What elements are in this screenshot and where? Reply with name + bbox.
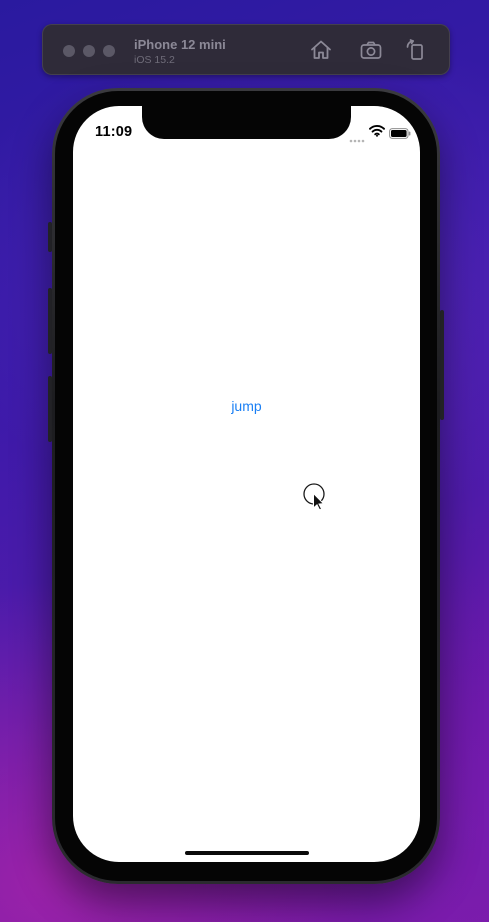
rotate-icon[interactable] xyxy=(404,38,428,62)
battery-icon xyxy=(389,126,411,139)
simulator-toolbar: iPhone 12 mini iOS 15.2 xyxy=(42,24,450,75)
window-close-dot[interactable] xyxy=(63,45,75,57)
jump-button[interactable]: jump xyxy=(73,398,420,414)
window-zoom-dot[interactable] xyxy=(103,45,115,57)
notch xyxy=(142,106,351,139)
window-minimize-dot[interactable] xyxy=(83,45,95,57)
phone-screen: 11:09 jump xyxy=(73,106,420,862)
cellular-signal-icon xyxy=(349,130,367,143)
home-indicator xyxy=(185,851,309,855)
simulator-os-version: iOS 15.2 xyxy=(134,54,175,66)
screenshot-icon[interactable] xyxy=(359,38,383,62)
simulator-device-name: iPhone 12 mini xyxy=(134,37,226,52)
status-bar-time: 11:09 xyxy=(95,124,133,140)
side-power-button xyxy=(440,310,444,420)
wifi-icon xyxy=(369,124,385,137)
home-icon[interactable] xyxy=(309,38,333,62)
